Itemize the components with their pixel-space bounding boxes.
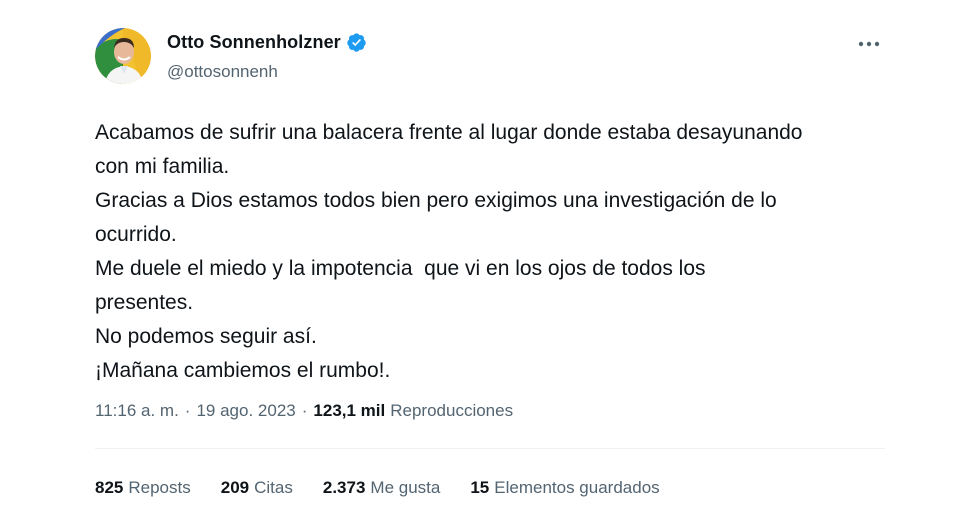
tweet-line: Gracias a Dios estamos todos bien pero e…: [95, 189, 777, 212]
tweet-line: Me duele el miedo y la impotencia que vi…: [95, 257, 706, 280]
tweet-text: Acabamos de sufrir una balacera frente a…: [95, 116, 885, 388]
views-count: 123,1 mil: [313, 401, 386, 420]
verified-badge-icon[interactable]: [346, 32, 367, 53]
author-name-row: Otto Sonnenholzner: [167, 32, 367, 53]
avatar[interactable]: [95, 28, 151, 84]
tweet-meta: 11:16 a. m. · 19 ago. 2023 · 123,1 mil R…: [95, 401, 513, 421]
divider: [95, 448, 885, 449]
reposts-stat[interactable]: 825 Reposts: [95, 478, 191, 498]
display-name[interactable]: Otto Sonnenholzner: [167, 32, 341, 53]
likes-count: 2.373: [322, 478, 366, 497]
bookmarks-count: 15: [470, 478, 490, 497]
quotes-stat[interactable]: 209 Citas: [221, 478, 293, 498]
reposts-count: 825: [95, 478, 124, 497]
avatar-image: [95, 28, 151, 84]
tweet-date[interactable]: 19 ago. 2023: [196, 401, 295, 421]
more-options-icon[interactable]: [855, 34, 883, 54]
tweet-line: ¡Mañana cambiemos el rumbo!.: [95, 359, 391, 382]
tweet-line: Acabamos de sufrir una balacera frente a…: [95, 121, 803, 144]
page: Otto Sonnenholzner @ottosonnenh Acabamos…: [0, 0, 960, 526]
views-label: Reproducciones: [390, 401, 514, 420]
bookmarks-stat[interactable]: 15 Elementos guardados: [470, 478, 659, 498]
reposts-label: Reposts: [128, 478, 191, 497]
author-handle[interactable]: @ottosonnenh: [167, 62, 278, 82]
likes-label: Me gusta: [370, 478, 441, 497]
likes-stat[interactable]: 2.373 Me gusta: [323, 478, 440, 498]
tweet-line: ocurrido.: [95, 223, 177, 246]
bookmarks-label: Elementos guardados: [494, 478, 660, 497]
meta-separator: ·: [301, 401, 308, 420]
quotes-label: Citas: [254, 478, 293, 497]
tweet-line: con mi familia.: [95, 155, 230, 178]
tweet-line: presentes.: [95, 291, 194, 314]
tweet-time[interactable]: 11:16 a. m.: [95, 401, 179, 421]
tweet-line: No podemos seguir así.: [95, 325, 317, 348]
meta-separator: ·: [184, 401, 191, 420]
engagement-stats: 825 Reposts 209 Citas 2.373 Me gusta 15 …: [95, 478, 690, 498]
quotes-count: 209: [220, 478, 250, 497]
